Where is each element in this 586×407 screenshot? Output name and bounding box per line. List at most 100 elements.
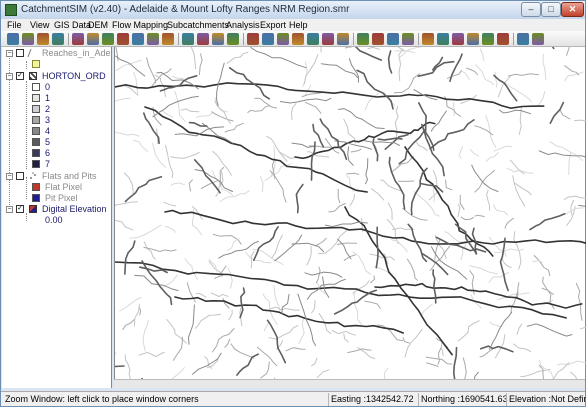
menu-analysis[interactable]: Analysis xyxy=(226,19,260,31)
menu-export[interactable]: Export xyxy=(260,19,286,31)
stream-network-map[interactable] xyxy=(97,8,586,407)
layer-flats-pits[interactable]: − Flats and Pits xyxy=(2,171,111,182)
stream-segment xyxy=(245,251,272,264)
map-canvas[interactable] xyxy=(97,8,586,407)
collapse-icon[interactable]: − xyxy=(6,50,13,57)
stream-segment xyxy=(192,352,222,375)
stream-segment xyxy=(115,59,142,72)
watershed-icon[interactable] xyxy=(357,33,369,45)
stream-segment xyxy=(533,255,551,277)
close-button[interactable]: ✕ xyxy=(561,2,584,17)
collapse-icon[interactable]: − xyxy=(6,206,13,213)
menu-dem[interactable]: DEM xyxy=(88,19,108,31)
menu-view[interactable]: View xyxy=(30,19,49,31)
terrain-icon[interactable] xyxy=(307,33,319,45)
stream-segment xyxy=(486,189,491,211)
minimize-button[interactable]: – xyxy=(521,2,541,17)
raster-layer-icon xyxy=(29,72,37,80)
profile-icon[interactable] xyxy=(182,33,194,45)
menu-gis-data[interactable]: GIS Data xyxy=(54,19,91,31)
layer-reaches-checkbox[interactable] xyxy=(16,49,24,57)
zoom-out-icon[interactable] xyxy=(87,33,99,45)
report-icon[interactable] xyxy=(422,33,434,45)
pan-icon[interactable] xyxy=(102,33,114,45)
grid-icon[interactable] xyxy=(212,33,224,45)
collapse-icon[interactable]: − xyxy=(6,173,13,180)
stream-segment xyxy=(337,188,341,204)
vector-icon[interactable] xyxy=(247,33,259,45)
toolbar-separator xyxy=(513,33,514,45)
delineate-icon[interactable] xyxy=(402,33,414,45)
stream-icon[interactable] xyxy=(292,33,304,45)
trace-icon[interactable] xyxy=(262,33,274,45)
table-icon[interactable] xyxy=(437,33,449,45)
stream-segment xyxy=(320,37,324,53)
collapse-icon[interactable]: − xyxy=(6,73,13,80)
save-icon[interactable] xyxy=(22,33,34,45)
stream-segment xyxy=(184,258,198,280)
stream-segment xyxy=(133,303,140,327)
layer-elevation-checkbox[interactable]: ✓ xyxy=(16,205,24,213)
application-window: CatchmentSIM (v2.40) - Adelaide & Mount … xyxy=(0,0,586,407)
stream-segment xyxy=(123,172,134,196)
settings-icon[interactable] xyxy=(482,33,494,45)
outlet-icon[interactable] xyxy=(372,33,384,45)
layer-horton-ord[interactable]: − ✓ HORTON_ORD xyxy=(2,71,111,82)
stream-segment xyxy=(193,159,221,194)
stream-segment xyxy=(285,347,306,352)
stream-segment xyxy=(350,148,362,153)
print-icon[interactable] xyxy=(37,33,49,45)
raster-icon[interactable] xyxy=(227,33,239,45)
maximize-button[interactable]: □ xyxy=(541,2,561,17)
help-icon[interactable] xyxy=(322,33,334,45)
stream-segment xyxy=(565,207,584,215)
stream-segment xyxy=(165,144,174,179)
node-icon[interactable] xyxy=(337,33,349,45)
stream-segment xyxy=(492,204,508,216)
class-label: 4 xyxy=(45,126,51,136)
chart-icon[interactable] xyxy=(467,33,479,45)
layer-flats-label: Flats and Pits xyxy=(42,171,97,181)
animate-icon[interactable] xyxy=(532,33,544,45)
line-layer-icon xyxy=(27,49,39,57)
layer-digital-elevation[interactable]: − ✓ Digital Elevation xyxy=(2,204,111,215)
pour-point-icon[interactable] xyxy=(387,33,399,45)
class-swatch xyxy=(32,127,40,135)
stream-segment xyxy=(108,201,138,210)
layer-horton-checkbox[interactable]: ✓ xyxy=(16,72,24,80)
layers-icon[interactable] xyxy=(517,33,529,45)
zoom-in-icon[interactable] xyxy=(72,33,84,45)
stream-segment xyxy=(430,110,447,132)
stream-segment xyxy=(406,258,418,281)
menu-flow-mapping[interactable]: Flow Mapping xyxy=(112,19,168,31)
flag-icon[interactable] xyxy=(197,33,209,45)
globe-icon[interactable] xyxy=(497,33,509,45)
stream-segment xyxy=(542,53,547,81)
stream-segment xyxy=(236,353,259,376)
stream-segment xyxy=(391,239,408,253)
measure-icon[interactable] xyxy=(132,33,144,45)
stream-segment xyxy=(413,191,440,217)
open-icon[interactable] xyxy=(7,33,19,45)
horizontal-scrollbar[interactable] xyxy=(114,379,585,388)
tools-icon[interactable] xyxy=(162,33,174,45)
stream-segment xyxy=(210,292,229,298)
database-icon[interactable] xyxy=(452,33,464,45)
zoom-extents-icon[interactable] xyxy=(117,33,129,45)
stream-segment xyxy=(529,213,566,231)
menu-file[interactable]: File xyxy=(7,19,22,31)
layer-reaches[interactable]: − Reaches_in_Ade xyxy=(2,48,111,59)
zoom-window-icon[interactable] xyxy=(52,33,64,45)
stream-segment xyxy=(347,146,354,166)
stream-segment xyxy=(394,105,399,140)
layer-flats-checkbox[interactable] xyxy=(16,172,24,180)
menu-subcatchments[interactable]: Subcatchments xyxy=(167,19,229,31)
stream-segment xyxy=(170,151,200,159)
export-map-icon[interactable] xyxy=(277,33,289,45)
identify-icon[interactable] xyxy=(147,33,159,45)
stream-segment xyxy=(143,112,160,145)
stream-segment xyxy=(446,69,462,79)
title-bar[interactable]: CatchmentSIM (v2.40) - Adelaide & Mount … xyxy=(1,1,585,19)
stream-segment xyxy=(452,346,458,383)
menu-help[interactable]: Help xyxy=(289,19,308,31)
